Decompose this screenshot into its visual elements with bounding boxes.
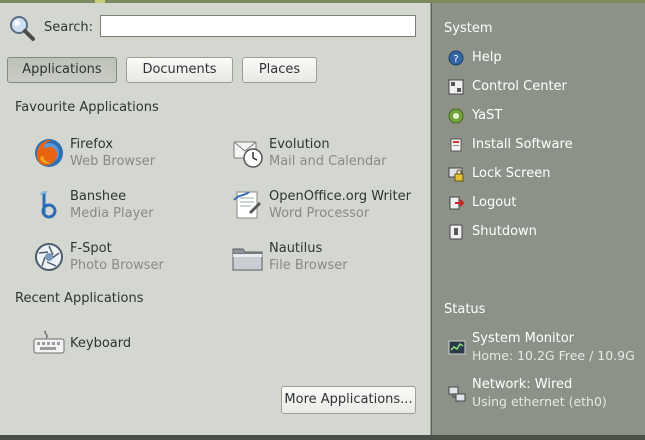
evolution-icon (231, 136, 265, 170)
app-name: F-Spot (70, 241, 112, 256)
system-item-label: YaST (472, 108, 503, 123)
status-network[interactable]: Network: Wired Using ethernet (eth0) (448, 377, 645, 413)
system-item-install-software[interactable]: Install Software (448, 134, 638, 156)
status-label: System Monitor (472, 331, 575, 346)
tab-places[interactable]: Places (242, 57, 317, 83)
status-system-monitor[interactable]: System Monitor Home: 10.2G Free / 10.9G (448, 331, 645, 367)
system-item-label: Lock Screen (472, 166, 551, 181)
more-applications-button[interactable]: More Applications... (281, 386, 416, 414)
search-row: Search: (8, 12, 423, 42)
system-item-label: Help (472, 50, 502, 65)
system-item-lock-screen[interactable]: Lock Screen (448, 163, 638, 185)
system-item-label: Shutdown (472, 224, 537, 239)
app-openoffice-writer[interactable]: OpenOffice.org Writer Word Processor (231, 185, 421, 225)
app-desc: Web Browser (70, 154, 156, 169)
app-name: OpenOffice.org Writer (269, 189, 411, 204)
app-nautilus[interactable]: Nautilus File Browser (231, 237, 421, 277)
app-firefox[interactable]: Firefox Web Browser (32, 133, 222, 173)
app-desc: Photo Browser (70, 258, 164, 273)
tab-documents[interactable]: Documents (126, 57, 233, 83)
app-desc: Mail and Calendar (269, 154, 387, 169)
status-detail: Using ethernet (eth0) (472, 394, 607, 409)
system-item-yast[interactable]: YaST (448, 105, 638, 127)
logout-icon (448, 195, 465, 211)
app-desc: File Browser (269, 258, 348, 273)
fspot-icon (32, 240, 66, 274)
tab-applications[interactable]: Applications (7, 57, 117, 83)
app-desc: Media Player (70, 206, 154, 221)
yast-icon (448, 108, 464, 124)
app-name: Firefox (70, 137, 114, 152)
app-fspot[interactable]: F-Spot Photo Browser (32, 237, 222, 277)
app-evolution[interactable]: Evolution Mail and Calendar (231, 133, 421, 173)
system-item-label: Logout (472, 195, 517, 210)
keyboard-icon (32, 325, 66, 359)
app-banshee[interactable]: Banshee Media Player (32, 185, 222, 225)
app-keyboard[interactable]: Keyboard (32, 322, 222, 362)
help-icon: ? (448, 50, 464, 66)
system-pane: System ? Help Control Center YaST Instal… (432, 3, 645, 435)
app-name: Nautilus (269, 241, 323, 256)
search-icon (8, 14, 36, 42)
recent-title: Recent Applications (15, 291, 144, 306)
system-item-logout[interactable]: Logout (448, 192, 638, 214)
app-name: Evolution (269, 137, 330, 152)
main-menu-pane: Search: Applications Documents Places Fa… (0, 3, 431, 435)
panel-bottom-strip (0, 435, 645, 440)
lock-icon (448, 166, 464, 182)
firefox-icon (32, 136, 66, 170)
status-title: Status (444, 302, 486, 317)
system-item-label: Install Software (472, 137, 573, 152)
system-item-control-center[interactable]: Control Center (448, 76, 638, 98)
system-item-label: Control Center (472, 79, 567, 94)
app-desc: Word Processor (269, 206, 370, 221)
banshee-icon (32, 188, 66, 222)
status-label: Network: Wired (472, 377, 573, 392)
status-detail: Home: 10.2G Free / 10.9G (472, 348, 635, 363)
system-item-shutdown[interactable]: Shutdown (448, 221, 638, 243)
system-title: System (444, 21, 493, 36)
app-name: Keyboard (70, 336, 132, 351)
favourites-title: Favourite Applications (15, 100, 159, 115)
control-center-icon (448, 79, 464, 95)
install-software-icon (448, 137, 464, 153)
svg-text:?: ? (453, 54, 458, 65)
shutdown-icon (448, 224, 464, 240)
search-input[interactable] (100, 15, 416, 37)
app-name: Banshee (70, 189, 127, 204)
search-label: Search: (44, 20, 94, 35)
system-item-help[interactable]: ? Help (448, 47, 638, 69)
network-icon (448, 385, 466, 403)
nautilus-icon (231, 240, 265, 274)
writer-icon (231, 188, 265, 222)
system-monitor-icon (448, 339, 466, 357)
